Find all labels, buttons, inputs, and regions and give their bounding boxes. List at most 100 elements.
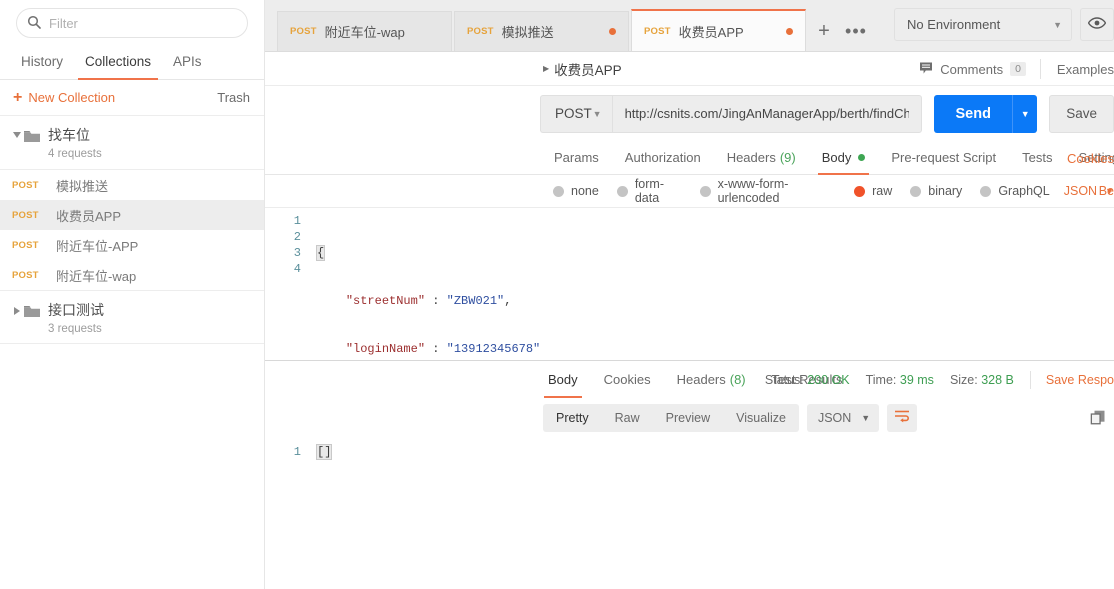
chevron-right-icon[interactable] <box>10 301 24 315</box>
more-tabs-button[interactable]: ••• <box>840 11 872 51</box>
response-body-viewer[interactable]: 1 [] <box>265 438 1114 589</box>
copy-button[interactable] <box>1090 410 1106 429</box>
sidebar-tab-apis[interactable]: APIs <box>162 44 213 79</box>
beautify-button[interactable]: Be <box>1099 175 1114 207</box>
trash-button[interactable]: Trash <box>217 90 250 105</box>
chevron-down-icon: ▼ <box>1021 109 1030 119</box>
send-group: Send ▼ <box>934 95 1037 133</box>
response-line-numbers: 1 <box>265 444 313 460</box>
search-input-wrapper[interactable] <box>16 8 248 38</box>
response-view-preview[interactable]: Preview <box>653 404 723 432</box>
sidebar-tab-history[interactable]: History <box>10 44 74 79</box>
request-name: 附近车位-wap <box>56 266 136 285</box>
filter-row <box>0 0 264 44</box>
response-tab-cookies[interactable]: Cookies <box>591 361 664 398</box>
open-tab-shoufeiyuan-app[interactable]: POST 收费员APP <box>631 9 806 51</box>
response-tab-body[interactable]: Body <box>535 361 591 398</box>
search-input[interactable] <box>49 16 237 31</box>
collection-request-count: 4 requests <box>48 148 102 160</box>
collection-row-zhaochewei[interactable]: 找车位 4 requests <box>0 116 264 170</box>
collection-row-jiekoceshi[interactable]: 接口测试 3 requests <box>0 290 264 344</box>
send-options-button[interactable]: ▼ <box>1012 95 1037 133</box>
examples-button[interactable]: Examples <box>1040 59 1114 79</box>
response-view-group: Pretty Raw Preview Visualize <box>543 404 799 432</box>
request-item-shoufeiyuan-app[interactable]: POST 收费员APP <box>0 200 264 230</box>
save-response-button[interactable]: Save Respo <box>1030 371 1114 389</box>
radio-icon <box>980 186 991 197</box>
save-button[interactable]: Save <box>1049 95 1114 133</box>
editor-code[interactable]: { "streetNum" : "ZBW021", "loginName" : … <box>313 213 1114 360</box>
line-number: 2 <box>265 229 301 245</box>
environment-selector[interactable]: No Environment ▼ <box>894 8 1072 41</box>
request-item-monishunsong[interactable]: POST 模拟推送 <box>0 170 264 200</box>
response-view-raw[interactable]: Raw <box>602 404 653 432</box>
status-label: Status: <box>765 373 804 387</box>
new-tab-button[interactable]: + <box>808 11 840 51</box>
body-type-binary[interactable]: binary <box>910 184 962 198</box>
beautify-label: Be <box>1099 184 1114 198</box>
request-body-editor[interactable]: 1 2 3 4 { "streetNum" : "ZBW021", "login… <box>265 207 1114 360</box>
sidebar-tab-collections[interactable]: Collections <box>74 44 162 79</box>
tab-tests[interactable]: Tests <box>1009 141 1065 174</box>
tab-pre-request-script[interactable]: Pre-request Script <box>878 141 1009 174</box>
comments-button[interactable]: Comments 0 <box>919 61 1040 78</box>
breadcrumb[interactable]: ▶ 收费员APP <box>543 59 622 79</box>
body-type-form-data[interactable]: form-data <box>617 177 682 205</box>
chevron-down-icon: ▼ <box>861 413 870 423</box>
body-type-raw[interactable]: raw <box>854 184 892 198</box>
folder-icon <box>24 301 46 321</box>
collection-name: 接口测试 <box>48 302 104 318</box>
response-view-pretty-label: Pretty <box>556 411 589 425</box>
size-label: Size: <box>950 373 978 387</box>
open-tab-fujinchewei-wap[interactable]: POST 附近车位-wap <box>277 11 452 51</box>
response-tab-body-label: Body <box>548 372 578 387</box>
response-view-pretty[interactable]: Pretty <box>543 404 602 432</box>
search-icon <box>27 15 41 32</box>
tab-method: POST <box>290 26 317 37</box>
request-name: 附近车位-APP <box>56 236 138 255</box>
collection-text: 接口测试 3 requests <box>46 301 104 335</box>
tab-method: POST <box>644 26 671 37</box>
send-button[interactable]: Send <box>934 95 1012 133</box>
tab-method: POST <box>467 26 494 37</box>
chevron-down-icon: ▼ <box>1053 20 1062 30</box>
tab-authorization[interactable]: Authorization <box>612 141 714 174</box>
request-method: POST <box>12 270 56 281</box>
request-item-fujinchewei-app[interactable]: POST 附近车位-APP <box>0 230 264 260</box>
body-present-indicator-icon <box>858 154 865 161</box>
response-tab-cookies-label: Cookies <box>604 372 651 387</box>
request-item-fujinchewei-wap[interactable]: POST 附近车位-wap <box>0 260 264 290</box>
response-tab-headers[interactable]: Headers (8) <box>664 361 759 398</box>
body-type-graphql[interactable]: GraphQL <box>980 184 1049 198</box>
chevron-down-icon[interactable] <box>10 126 24 138</box>
environment-quick-look-button[interactable] <box>1080 8 1114 41</box>
save-response-label: Save Respo <box>1046 373 1114 387</box>
http-method-selector[interactable]: POST ▼ <box>540 95 612 133</box>
response-format-value: JSON <box>818 411 851 425</box>
sidebar-tab-collections-label: Collections <box>85 54 151 69</box>
cookies-link[interactable]: Cookies <box>1067 141 1114 175</box>
new-collection-label: New Collection <box>28 90 115 105</box>
save-label: Save <box>1066 106 1097 121</box>
response-format-selector[interactable]: JSON ▼ <box>807 404 879 432</box>
body-type-urlencoded-label: x-www-form-urlencoded <box>718 177 837 205</box>
body-type-raw-label: raw <box>872 184 892 198</box>
word-wrap-button[interactable] <box>887 404 917 432</box>
response-view-preview-label: Preview <box>666 411 710 425</box>
url-input-wrapper[interactable] <box>612 95 923 133</box>
sidebar-tabs: History Collections APIs <box>0 44 264 80</box>
editor-line-numbers: 1 2 3 4 <box>265 213 313 360</box>
body-type-urlencoded[interactable]: x-www-form-urlencoded <box>700 177 837 205</box>
trash-label: Trash <box>217 90 250 105</box>
new-collection-button[interactable]: + New Collection <box>13 90 115 106</box>
tab-params[interactable]: Params <box>541 141 612 174</box>
code-line-3: "loginName" : "13912345678" <box>317 341 1114 357</box>
body-type-none[interactable]: none <box>553 184 599 198</box>
open-tab-monishunsong[interactable]: POST 模拟推送 <box>454 11 629 51</box>
url-input[interactable] <box>625 106 910 121</box>
tab-body[interactable]: Body <box>809 141 879 174</box>
radio-icon <box>910 186 921 197</box>
tab-headers[interactable]: Headers (9) <box>714 141 809 174</box>
code-line-1: { <box>317 245 1114 261</box>
response-view-visualize[interactable]: Visualize <box>723 404 799 432</box>
